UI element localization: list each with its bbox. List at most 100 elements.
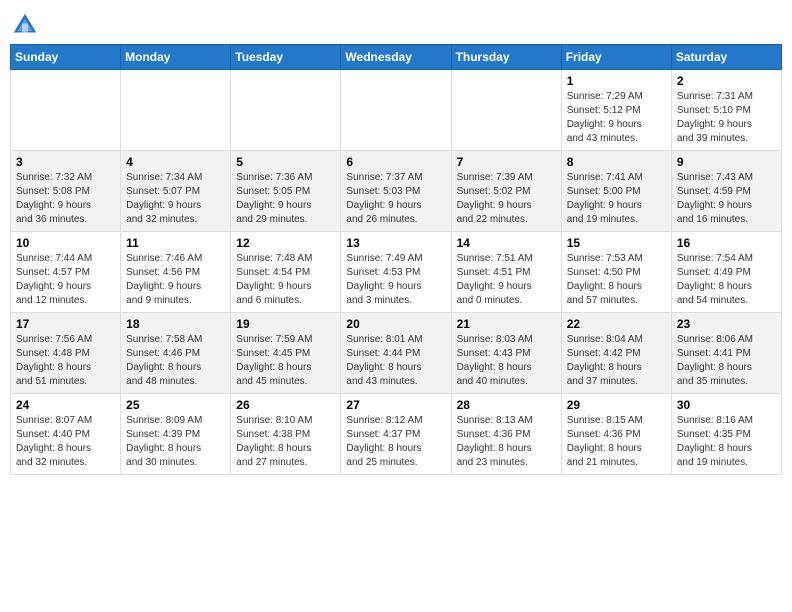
day-info: Sunrise: 7:44 AM Sunset: 4:57 PM Dayligh…: [16, 252, 115, 308]
day-info: Sunrise: 7:58 AM Sunset: 4:46 PM Dayligh…: [126, 333, 225, 389]
calendar-cell: 8 Sunrise: 7:41 AM Sunset: 5:00 PM Daylig…: [561, 151, 671, 232]
day-info: Sunrise: 7:49 AM Sunset: 4:53 PM Dayligh…: [346, 252, 445, 308]
week-row-5: 24 Sunrise: 8:07 AM Sunset: 4:40 PM Dayli…: [11, 394, 782, 475]
col-header-wednesday: Wednesday: [341, 45, 451, 70]
day-info: Sunrise: 7:34 AM Sunset: 5:07 PM Dayligh…: [126, 171, 225, 227]
calendar-cell: 2 Sunrise: 7:31 AM Sunset: 5:10 PM Daylig…: [671, 70, 781, 151]
calendar-cell: 19 Sunrise: 7:59 AM Sunset: 4:45 PM Dayli…: [231, 313, 341, 394]
day-info: Sunrise: 8:15 AM Sunset: 4:36 PM Dayligh…: [567, 414, 666, 470]
day-number: 24: [16, 398, 115, 412]
day-number: 14: [457, 236, 556, 250]
week-row-2: 3 Sunrise: 7:32 AM Sunset: 5:08 PM Daylig…: [11, 151, 782, 232]
calendar-cell: [231, 70, 341, 151]
calendar-cell: 29 Sunrise: 8:15 AM Sunset: 4:36 PM Dayli…: [561, 394, 671, 475]
day-info: Sunrise: 7:32 AM Sunset: 5:08 PM Dayligh…: [16, 171, 115, 227]
day-number: 17: [16, 317, 115, 331]
day-info: Sunrise: 8:04 AM Sunset: 4:42 PM Dayligh…: [567, 333, 666, 389]
day-number: 22: [567, 317, 666, 331]
calendar-table: SundayMondayTuesdayWednesdayThursdayFrid…: [10, 44, 782, 475]
day-info: Sunrise: 8:10 AM Sunset: 4:38 PM Dayligh…: [236, 414, 335, 470]
day-number: 12: [236, 236, 335, 250]
day-info: Sunrise: 7:46 AM Sunset: 4:56 PM Dayligh…: [126, 252, 225, 308]
calendar-cell: 21 Sunrise: 8:03 AM Sunset: 4:43 PM Dayli…: [451, 313, 561, 394]
day-number: 8: [567, 155, 666, 169]
day-number: 21: [457, 317, 556, 331]
day-number: 19: [236, 317, 335, 331]
day-number: 4: [126, 155, 225, 169]
col-header-tuesday: Tuesday: [231, 45, 341, 70]
calendar-cell: 20 Sunrise: 8:01 AM Sunset: 4:44 PM Dayli…: [341, 313, 451, 394]
day-number: 28: [457, 398, 556, 412]
day-number: 3: [16, 155, 115, 169]
calendar-cell: 14 Sunrise: 7:51 AM Sunset: 4:51 PM Dayli…: [451, 232, 561, 313]
day-info: Sunrise: 7:51 AM Sunset: 4:51 PM Dayligh…: [457, 252, 556, 308]
day-info: Sunrise: 8:09 AM Sunset: 4:39 PM Dayligh…: [126, 414, 225, 470]
calendar-cell: 11 Sunrise: 7:46 AM Sunset: 4:56 PM Dayli…: [121, 232, 231, 313]
col-header-sunday: Sunday: [11, 45, 121, 70]
day-info: Sunrise: 8:06 AM Sunset: 4:41 PM Dayligh…: [677, 333, 776, 389]
page-header: [10, 10, 782, 40]
calendar-cell: 5 Sunrise: 7:36 AM Sunset: 5:05 PM Daylig…: [231, 151, 341, 232]
day-info: Sunrise: 8:12 AM Sunset: 4:37 PM Dayligh…: [346, 414, 445, 470]
week-row-4: 17 Sunrise: 7:56 AM Sunset: 4:48 PM Dayli…: [11, 313, 782, 394]
day-number: 2: [677, 74, 776, 88]
day-number: 29: [567, 398, 666, 412]
calendar-cell: [451, 70, 561, 151]
col-header-monday: Monday: [121, 45, 231, 70]
calendar-cell: 24 Sunrise: 8:07 AM Sunset: 4:40 PM Dayli…: [11, 394, 121, 475]
calendar-cell: [121, 70, 231, 151]
day-number: 10: [16, 236, 115, 250]
day-info: Sunrise: 7:37 AM Sunset: 5:03 PM Dayligh…: [346, 171, 445, 227]
col-header-saturday: Saturday: [671, 45, 781, 70]
calendar-cell: 12 Sunrise: 7:48 AM Sunset: 4:54 PM Dayli…: [231, 232, 341, 313]
day-number: 30: [677, 398, 776, 412]
calendar-cell: 23 Sunrise: 8:06 AM Sunset: 4:41 PM Dayli…: [671, 313, 781, 394]
logo: [10, 10, 44, 40]
calendar-cell: 15Sunrise: 7:53 AM Sunset: 4:50 PM Dayli…: [561, 232, 671, 313]
week-row-1: 1Sunrise: 7:29 AM Sunset: 5:12 PM Daylig…: [11, 70, 782, 151]
calendar-cell: [11, 70, 121, 151]
col-header-thursday: Thursday: [451, 45, 561, 70]
day-info: Sunrise: 8:16 AM Sunset: 4:35 PM Dayligh…: [677, 414, 776, 470]
day-info: Sunrise: 7:29 AM Sunset: 5:12 PM Dayligh…: [567, 90, 666, 146]
day-info: Sunrise: 7:39 AM Sunset: 5:02 PM Dayligh…: [457, 171, 556, 227]
calendar-cell: 9 Sunrise: 7:43 AM Sunset: 4:59 PM Daylig…: [671, 151, 781, 232]
calendar-cell: 10 Sunrise: 7:44 AM Sunset: 4:57 PM Dayli…: [11, 232, 121, 313]
calendar-cell: 30 Sunrise: 8:16 AM Sunset: 4:35 PM Dayli…: [671, 394, 781, 475]
day-number: 26: [236, 398, 335, 412]
day-info: Sunrise: 7:54 AM Sunset: 4:49 PM Dayligh…: [677, 252, 776, 308]
day-info: Sunrise: 7:36 AM Sunset: 5:05 PM Dayligh…: [236, 171, 335, 227]
day-info: Sunrise: 7:43 AM Sunset: 4:59 PM Dayligh…: [677, 171, 776, 227]
day-number: 5: [236, 155, 335, 169]
calendar-cell: 7 Sunrise: 7:39 AM Sunset: 5:02 PM Daylig…: [451, 151, 561, 232]
day-info: Sunrise: 7:31 AM Sunset: 5:10 PM Dayligh…: [677, 90, 776, 146]
calendar-cell: 3 Sunrise: 7:32 AM Sunset: 5:08 PM Daylig…: [11, 151, 121, 232]
calendar-cell: 1Sunrise: 7:29 AM Sunset: 5:12 PM Daylig…: [561, 70, 671, 151]
day-number: 7: [457, 155, 556, 169]
day-info: Sunrise: 7:56 AM Sunset: 4:48 PM Dayligh…: [16, 333, 115, 389]
day-number: 16: [677, 236, 776, 250]
calendar-cell: 17 Sunrise: 7:56 AM Sunset: 4:48 PM Dayli…: [11, 313, 121, 394]
day-number: 15: [567, 236, 666, 250]
day-number: 25: [126, 398, 225, 412]
calendar-cell: 18 Sunrise: 7:58 AM Sunset: 4:46 PM Dayli…: [121, 313, 231, 394]
day-info: Sunrise: 8:13 AM Sunset: 4:36 PM Dayligh…: [457, 414, 556, 470]
day-number: 18: [126, 317, 225, 331]
day-info: Sunrise: 7:41 AM Sunset: 5:00 PM Dayligh…: [567, 171, 666, 227]
day-info: Sunrise: 8:01 AM Sunset: 4:44 PM Dayligh…: [346, 333, 445, 389]
logo-icon: [10, 10, 40, 40]
day-info: Sunrise: 8:07 AM Sunset: 4:40 PM Dayligh…: [16, 414, 115, 470]
day-number: 23: [677, 317, 776, 331]
day-info: Sunrise: 8:03 AM Sunset: 4:43 PM Dayligh…: [457, 333, 556, 389]
day-number: 20: [346, 317, 445, 331]
day-info: Sunrise: 7:59 AM Sunset: 4:45 PM Dayligh…: [236, 333, 335, 389]
header-row: SundayMondayTuesdayWednesdayThursdayFrid…: [11, 45, 782, 70]
col-header-friday: Friday: [561, 45, 671, 70]
calendar-cell: 27Sunrise: 8:12 AM Sunset: 4:37 PM Dayli…: [341, 394, 451, 475]
day-number: 11: [126, 236, 225, 250]
calendar-cell: 6 Sunrise: 7:37 AM Sunset: 5:03 PM Daylig…: [341, 151, 451, 232]
day-info: Sunrise: 7:48 AM Sunset: 4:54 PM Dayligh…: [236, 252, 335, 308]
day-number: 6: [346, 155, 445, 169]
day-number: 9: [677, 155, 776, 169]
calendar-cell: 26 Sunrise: 8:10 AM Sunset: 4:38 PM Dayli…: [231, 394, 341, 475]
